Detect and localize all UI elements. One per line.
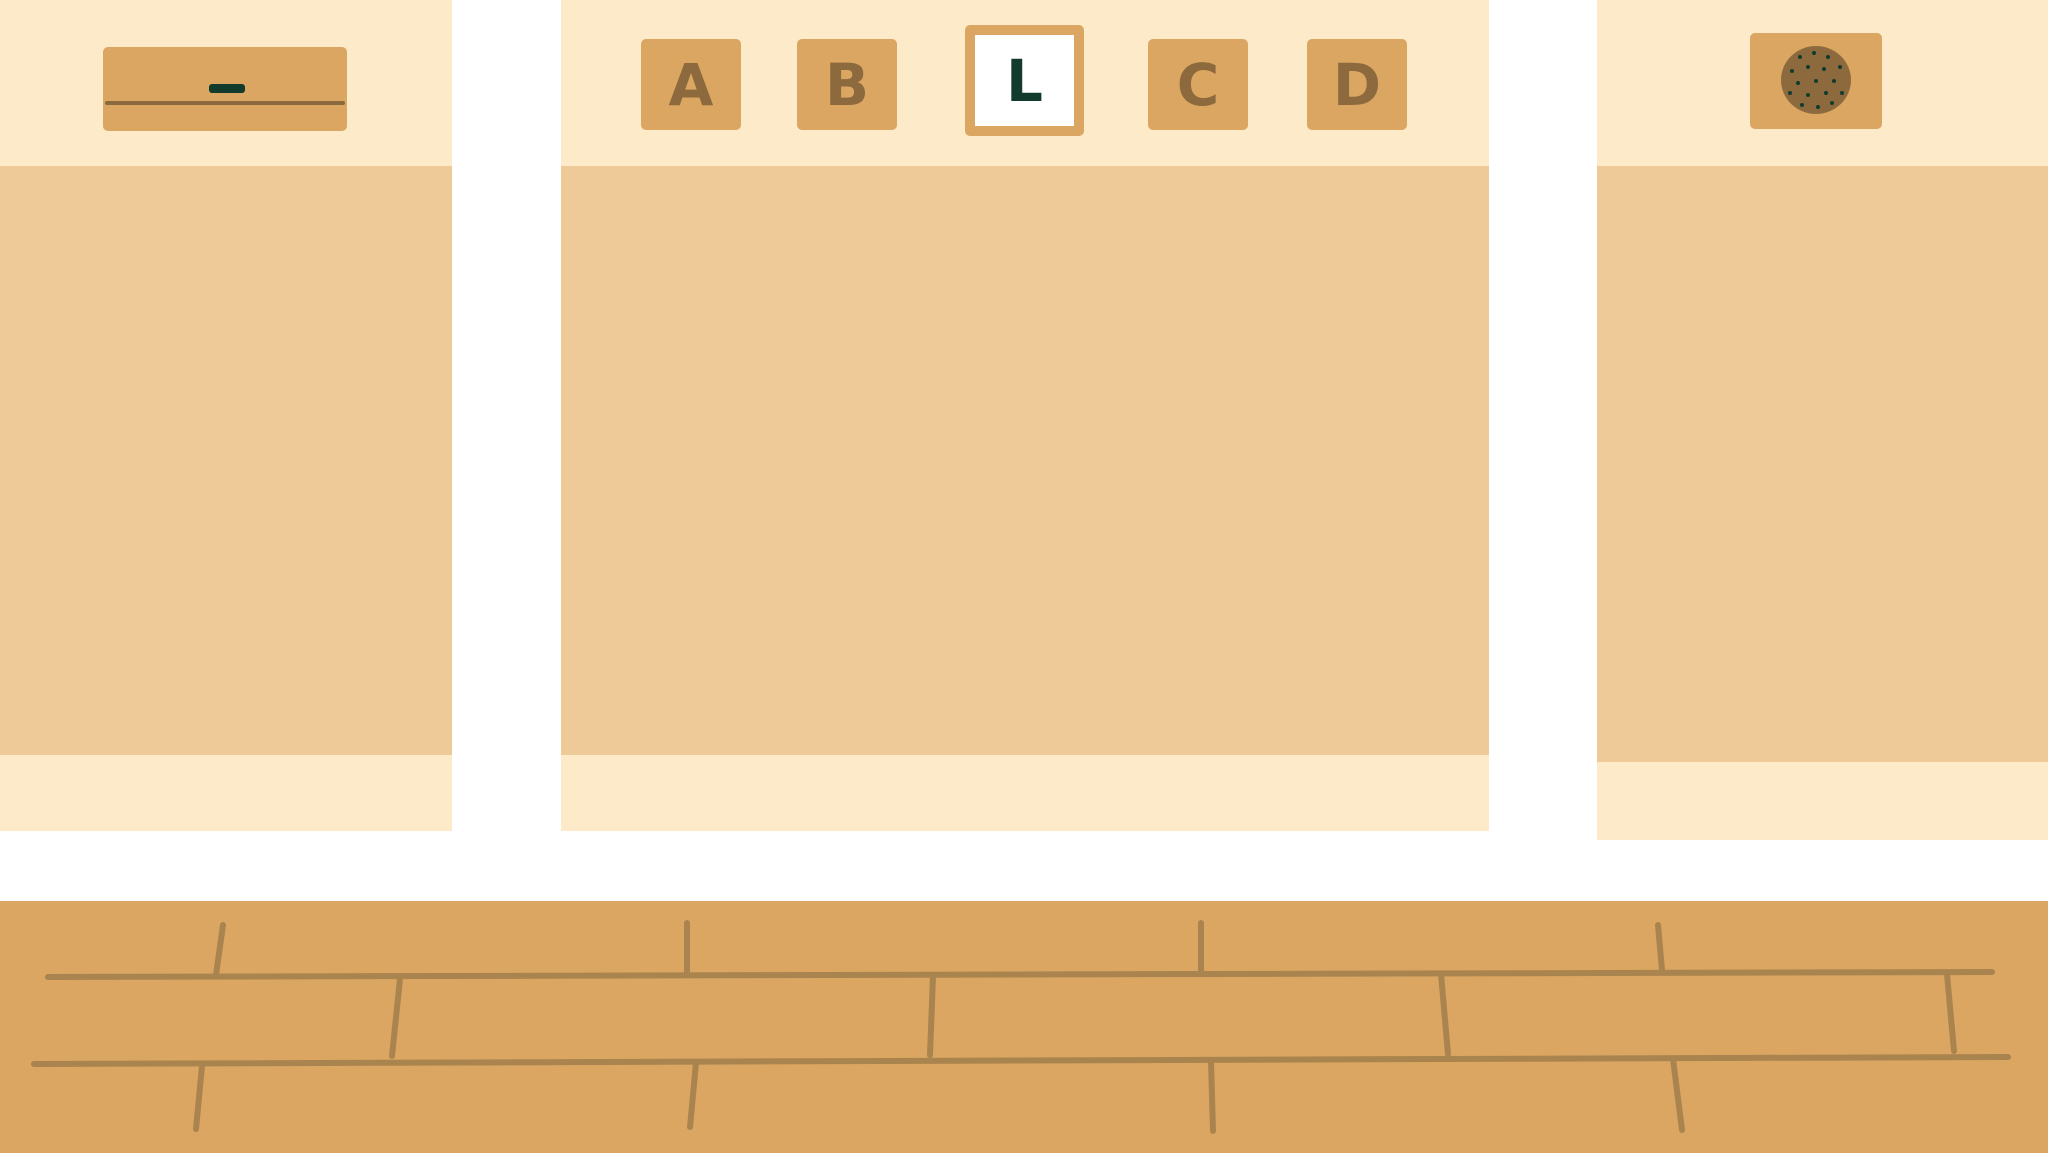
letter-tile-d[interactable]: D	[1307, 39, 1407, 130]
letter-tile-l-selected[interactable]: L	[965, 25, 1084, 136]
divider-line	[105, 101, 345, 105]
brick-pattern	[31, 920, 2011, 1134]
letter-tile-label: D	[1332, 50, 1382, 119]
minus-button[interactable]	[103, 47, 347, 131]
letter-tile-label: A	[668, 50, 714, 119]
right-panel-body	[1597, 166, 2048, 762]
letter-tile-b[interactable]: B	[797, 39, 897, 130]
letter-tile-a[interactable]: A	[641, 39, 741, 130]
letter-tile-label: C	[1176, 50, 1220, 119]
letter-tile-label: B	[824, 50, 870, 119]
minus-bar-icon	[209, 84, 245, 93]
center-panel-body	[561, 166, 1489, 755]
left-panel-body	[0, 166, 452, 755]
letter-tile-label: L	[1006, 46, 1043, 115]
cookie-icon	[1781, 46, 1851, 114]
letter-tile-c[interactable]: C	[1148, 39, 1248, 130]
cookie-button[interactable]	[1750, 33, 1882, 129]
brick-floor	[0, 901, 2048, 1153]
